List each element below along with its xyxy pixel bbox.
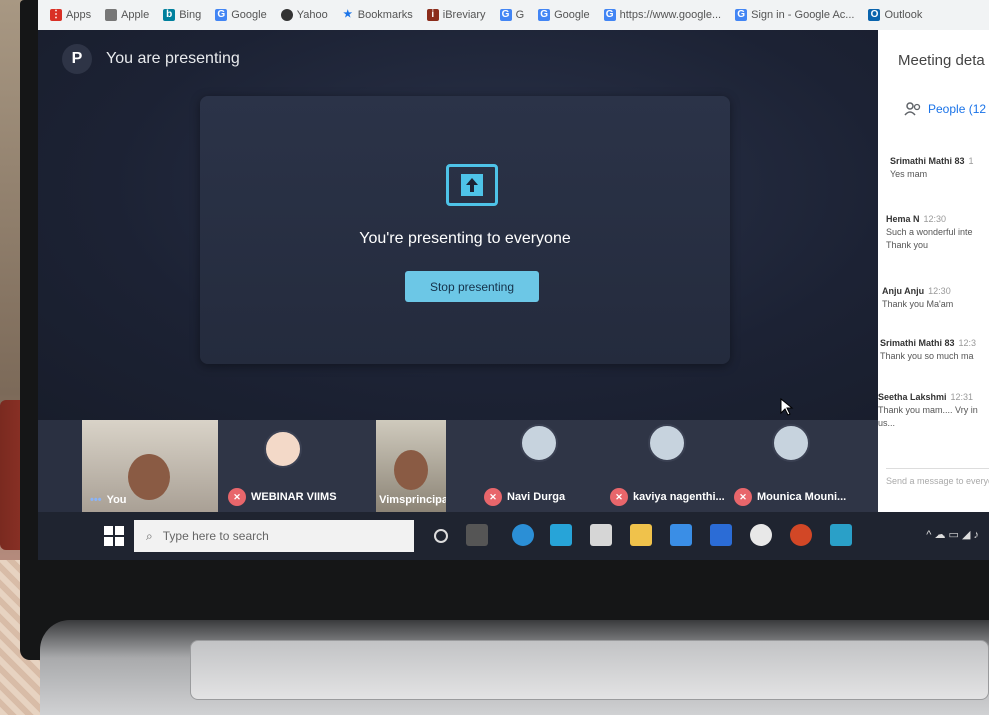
windows-taskbar: ⌕ Type here to search ^ ☁ ▭ ◢ ♪	[38, 512, 989, 560]
bookmark-google[interactable]: G Google	[215, 9, 267, 21]
participant-name: ▮▮ Vimsprincipal	[379, 493, 446, 506]
participant-name: ✕ Navi Durga	[484, 488, 565, 506]
people-tab[interactable]: People (12	[904, 102, 986, 116]
bing-icon: b	[163, 9, 176, 21]
file-explorer-icon[interactable]	[630, 524, 652, 546]
bookmark-bing[interactable]: b Bing	[163, 9, 201, 21]
mic-off-icon: ✕	[484, 488, 502, 506]
google-icon: G	[603, 9, 616, 21]
presenting-header: P You are presenting	[62, 44, 240, 74]
avatar	[648, 424, 686, 462]
presenting-message: You're presenting to everyone	[359, 230, 571, 247]
participant-tile-webinar[interactable]: ✕ WEBINAR VIIMS	[218, 420, 376, 512]
bookmark-yahoo[interactable]: Yahoo	[280, 9, 328, 21]
participant-video	[394, 450, 428, 490]
outlook-icon: O	[868, 9, 881, 21]
google-icon: G	[499, 9, 512, 21]
presentation-area: P You are presenting You're presenting t…	[38, 30, 878, 420]
cortana-icon[interactable]	[434, 529, 448, 543]
people-icon	[904, 102, 921, 116]
chat-message: Seetha Lakshmi 12:31 Thank you mam.... Vr…	[878, 392, 978, 428]
word-icon[interactable]	[710, 524, 732, 546]
stop-presenting-button[interactable]: Stop presenting	[405, 271, 539, 302]
participant-strip: ••• You ✕ WEBINAR VIIMS ▮▮ Vimsprincipal…	[38, 420, 878, 512]
bookmark-google-2[interactable]: G Google	[538, 9, 590, 21]
participant-name: ✕ kaviya nagenthi...	[610, 488, 725, 506]
bookmark-bookmarks[interactable]: ★ Bookmarks	[342, 9, 413, 21]
laptop-hinge	[190, 640, 989, 700]
mic-off-icon: ✕	[610, 488, 628, 506]
yahoo-icon	[280, 9, 293, 21]
mouse-cursor-icon	[780, 398, 794, 416]
presenting-title: You are presenting	[106, 50, 240, 67]
presenting-card: You're presenting to everyone Stop prese…	[200, 96, 730, 364]
participant-name: ✕ WEBINAR VIIMS	[228, 488, 337, 506]
panel-title: Meeting deta	[898, 52, 985, 69]
system-tray[interactable]: ^ ☁ ▭ ◢ ♪	[926, 528, 979, 541]
mic-off-icon: ✕	[734, 488, 752, 506]
chat-message: Srimathi Mathi 83 1 Yes mam	[890, 156, 974, 179]
mail-icon[interactable]	[670, 524, 692, 546]
participant-name: ✕ Mounica Mouni...	[734, 488, 846, 506]
participant-name: ••• You	[90, 494, 127, 506]
bookmark-google-url[interactable]: Ghttps://www.google...	[603, 9, 721, 21]
bookmark-sign-in[interactable]: G Sign in - Google Ac...	[735, 9, 854, 21]
google-icon: G	[538, 9, 551, 21]
avatar	[772, 424, 810, 462]
star-icon: ★	[343, 9, 353, 20]
edge-icon[interactable]	[512, 524, 534, 546]
task-view-icon[interactable]	[466, 524, 488, 546]
bookmark-outlook[interactable]: O Outlook	[868, 9, 922, 21]
more-dots-icon: •••	[90, 494, 102, 506]
launcher-icon[interactable]	[550, 524, 572, 546]
bookmark-apple[interactable]: Apple	[105, 9, 149, 21]
bookmark-apps[interactable]: ⋮ Apps	[50, 9, 91, 21]
windows-start-icon[interactable]	[104, 526, 124, 546]
store-icon[interactable]	[590, 524, 612, 546]
ribbon-badge-icon	[264, 430, 302, 468]
participant-tile-navi[interactable]: ✕ Navi Durga	[446, 420, 578, 512]
apps-grid-icon: ⋮	[50, 9, 62, 21]
chrome-icon[interactable]	[750, 524, 772, 546]
search-icon: ⌕	[146, 528, 153, 543]
participant-video	[128, 454, 170, 500]
apple-icon	[105, 9, 118, 21]
powerpoint-icon[interactable]	[790, 524, 812, 546]
chat-message: Hema N 12:30 Such a wonderful inte Thank …	[886, 214, 973, 250]
chat-input[interactable]: Send a message to everyo	[886, 468, 989, 492]
chat-message: Anju Anju 12:30 Thank you Ma'am	[882, 286, 954, 309]
participant-tile-principal[interactable]: ▮▮ Vimsprincipal	[376, 420, 446, 512]
ibreviary-icon: i	[426, 9, 439, 21]
avatar	[520, 424, 558, 462]
present-screen-icon	[446, 164, 498, 206]
bookmark-ibreviary[interactable]: i iBreviary	[426, 9, 486, 21]
chat-message: Srimathi Mathi 83 12:3 Thank you so much …	[880, 338, 977, 361]
participant-tile-kaviya[interactable]: ✕ kaviya nagenthi...	[578, 420, 728, 512]
mic-off-icon: ✕	[228, 488, 246, 506]
google-icon: G	[735, 9, 748, 21]
laptop-screen: ⋮ Apps Apple b Bing G Google Yahoo ★ Bookmar…	[38, 0, 989, 560]
meeting-details-panel: Meeting deta People (12 Srimathi Mathi 8…	[878, 30, 989, 512]
participant-tile-mounica[interactable]: ✕ Mounica Mouni...	[728, 420, 878, 512]
photos-icon[interactable]	[830, 524, 852, 546]
google-icon: G	[215, 9, 228, 21]
bookmark-g[interactable]: GG	[499, 9, 524, 21]
participant-tile-you[interactable]: ••• You	[82, 420, 218, 512]
arrow-up-icon	[461, 174, 483, 196]
taskbar-search[interactable]: ⌕ Type here to search	[134, 520, 414, 552]
bookmarks-bar: ⋮ Apps Apple b Bing G Google Yahoo ★ Bookmar…	[38, 0, 989, 30]
avatar: P	[62, 44, 92, 74]
